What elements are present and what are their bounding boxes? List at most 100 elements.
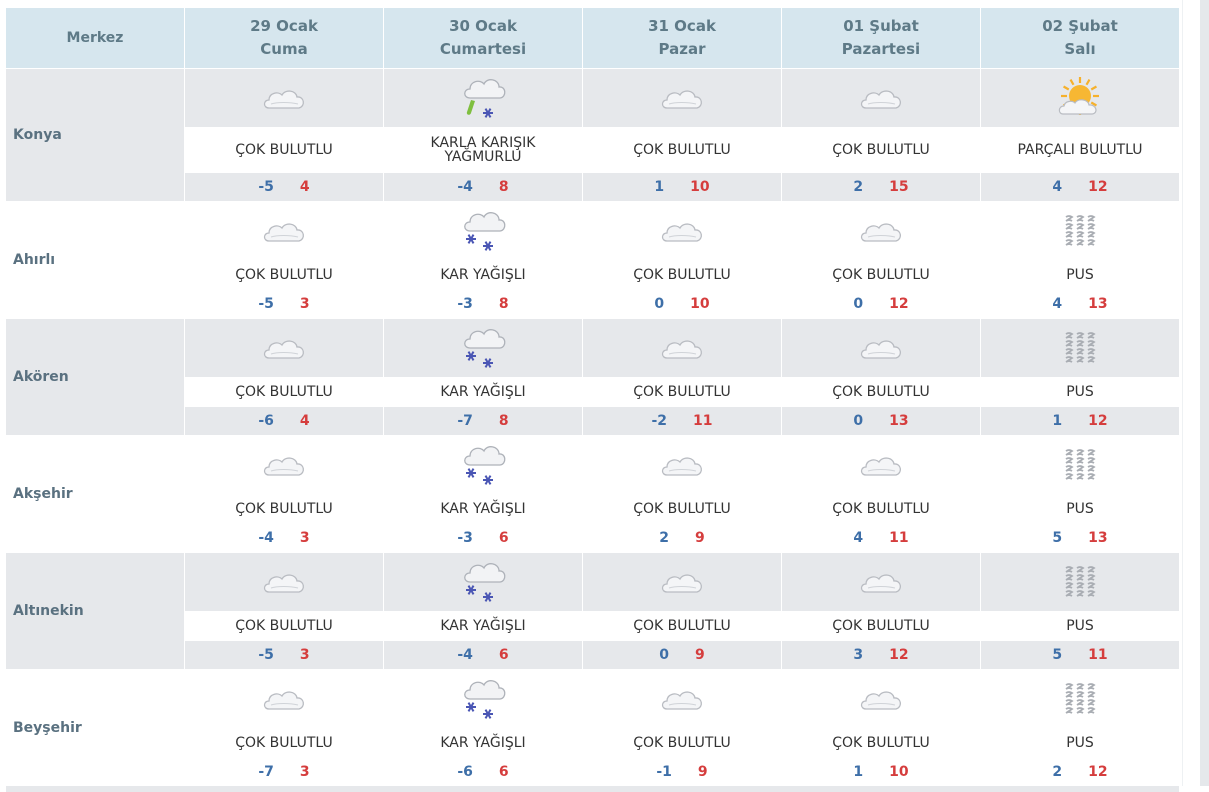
high-temperature: 11 — [693, 413, 713, 429]
low-temperature: 5 — [1052, 530, 1063, 546]
header-city-column: Merkez — [6, 8, 184, 68]
weather-condition: PARÇALI BULUTLU — [981, 127, 1179, 173]
cloud-icon — [583, 69, 781, 127]
low-temperature: -4 — [258, 530, 274, 546]
haze-icon — [981, 436, 1179, 494]
weather-condition: ÇOK BULUTLU — [185, 260, 383, 290]
cloud-icon — [782, 436, 980, 494]
weather-condition: PUS — [981, 611, 1179, 641]
low-temperature: 2 — [853, 179, 864, 195]
header-day-weekday: Salı — [1064, 40, 1096, 58]
forecast-cell: ÇOK BULUTLU -7 3 — [185, 670, 383, 786]
header-city-label: Merkez — [66, 29, 124, 46]
haze-icon — [981, 553, 1179, 611]
high-temperature: 12 — [889, 296, 909, 312]
city-name: Ahırlı — [6, 202, 184, 318]
forecast-cell: PUS 1 12 — [981, 319, 1179, 435]
low-temperature: 0 — [659, 647, 669, 663]
cloud-icon — [583, 670, 781, 728]
forecast-cell: KARLA KARIŞIK YAĞMURLU -4 8 — [384, 69, 582, 201]
temperature-range: -1 9 — [583, 758, 781, 786]
low-temperature: -6 — [457, 764, 473, 780]
forecast-cell: ÇOK BULUTLU -5 3 — [185, 553, 383, 669]
temperature-range: 09 — [583, 641, 781, 669]
sleet-icon — [384, 69, 582, 127]
weather-condition: PUS — [981, 260, 1179, 290]
city-name: Konya — [6, 69, 184, 201]
high-temperature: 3 — [299, 530, 310, 546]
forecast-cell: ÇOK BULUTLU -5 3 — [185, 202, 383, 318]
cloud-icon — [185, 202, 383, 260]
city-label: Ahırlı — [13, 252, 56, 268]
forecast-cell: ÇOK BULUTLU 0 10 — [583, 202, 781, 318]
low-temperature: -7 — [457, 413, 473, 429]
partly-sunny-icon — [981, 69, 1179, 127]
forecast-cell: ÇOK BULUTLU 0 12 — [782, 202, 980, 318]
city-name: Akşehir — [6, 436, 184, 552]
temperature-range: 5 11 — [981, 641, 1179, 669]
city-name: Beyşehir — [6, 670, 184, 786]
high-temperature: 6 — [498, 530, 509, 546]
high-temperature: 12 — [889, 647, 909, 663]
high-temperature: 11 — [1088, 647, 1108, 663]
snow-icon — [384, 553, 582, 611]
temperature-range: 0 12 — [782, 290, 980, 318]
header-day-date: 01 Şubat — [843, 17, 919, 35]
high-temperature: 11 — [889, 530, 909, 546]
temperature-range: 1 10 — [782, 758, 980, 786]
header-day-2: 30 Ocak Cumartesi — [384, 8, 582, 68]
temperature-range: 0 10 — [583, 290, 781, 318]
scrollbar-thumb[interactable] — [1200, 0, 1209, 786]
forecast-cell: KAR YAĞIŞLI -3 8 — [384, 202, 582, 318]
temperature-range: -6 6 — [384, 758, 582, 786]
weather-condition: ÇOK BULUTLU — [185, 127, 383, 173]
low-temperature: 4 — [1052, 179, 1063, 195]
header-day-5: 02 Şubat Salı — [981, 8, 1179, 68]
forecast-cell: ÇOK BULUTLU 4 11 — [782, 436, 980, 552]
forecast-cell: ÇOK BULUTLU -1 9 — [583, 670, 781, 786]
high-temperature: 6 — [498, 647, 509, 663]
low-temperature: -4 — [457, 179, 473, 195]
high-temperature: 13 — [889, 413, 909, 429]
header-day-weekday: Cuma — [260, 40, 308, 58]
snow-icon — [384, 436, 582, 494]
low-temperature: 4 — [853, 530, 864, 546]
cloud-icon — [583, 553, 781, 611]
high-temperature: 9 — [695, 530, 705, 546]
forecast-cell: ÇOK BULUTLU -4 3 — [185, 436, 383, 552]
temperature-range: 4 11 — [782, 524, 980, 552]
city-label: Konya — [13, 127, 62, 143]
high-temperature: 8 — [498, 179, 509, 195]
high-temperature: 13 — [1088, 530, 1108, 546]
low-temperature: -3 — [457, 530, 473, 546]
cloud-icon — [185, 69, 383, 127]
city-label: Akşehir — [13, 486, 73, 502]
weather-condition: KAR YAĞIŞLI — [384, 494, 582, 524]
weather-condition: ÇOK BULUTLU — [583, 494, 781, 524]
header-day-date: 31 Ocak — [648, 17, 716, 35]
forecast-cell: KAR YAĞIŞLI -6 6 — [384, 670, 582, 786]
haze-icon — [981, 202, 1179, 260]
forecast-cell: PUS 5 13 — [981, 436, 1179, 552]
weather-condition: ÇOK BULUTLU — [583, 377, 781, 407]
high-temperature: 12 — [1088, 764, 1108, 780]
low-temperature: 1 — [1052, 413, 1063, 429]
low-temperature: -3 — [457, 296, 473, 312]
temperature-range: 1 12 — [981, 407, 1179, 435]
cloud-icon — [185, 553, 383, 611]
forecast-cell: ÇOK BULUTLU -5 4 — [185, 69, 383, 201]
weather-condition: PUS — [981, 377, 1179, 407]
high-temperature: 8 — [498, 296, 509, 312]
high-temperature: 12 — [1088, 413, 1108, 429]
low-temperature: 1 — [654, 179, 665, 195]
haze-icon — [981, 670, 1179, 728]
weather-condition: ÇOK BULUTLU — [185, 611, 383, 641]
high-temperature: 6 — [498, 764, 509, 780]
high-temperature: 3 — [299, 296, 310, 312]
temperature-range: 0 13 — [782, 407, 980, 435]
weather-condition: ÇOK BULUTLU — [185, 494, 383, 524]
weather-condition: ÇOK BULUTLU — [185, 728, 383, 758]
low-temperature: 0 — [654, 296, 665, 312]
cloud-icon — [185, 319, 383, 377]
forecast-cell: ÇOK BULUTLU 1 10 — [583, 69, 781, 201]
